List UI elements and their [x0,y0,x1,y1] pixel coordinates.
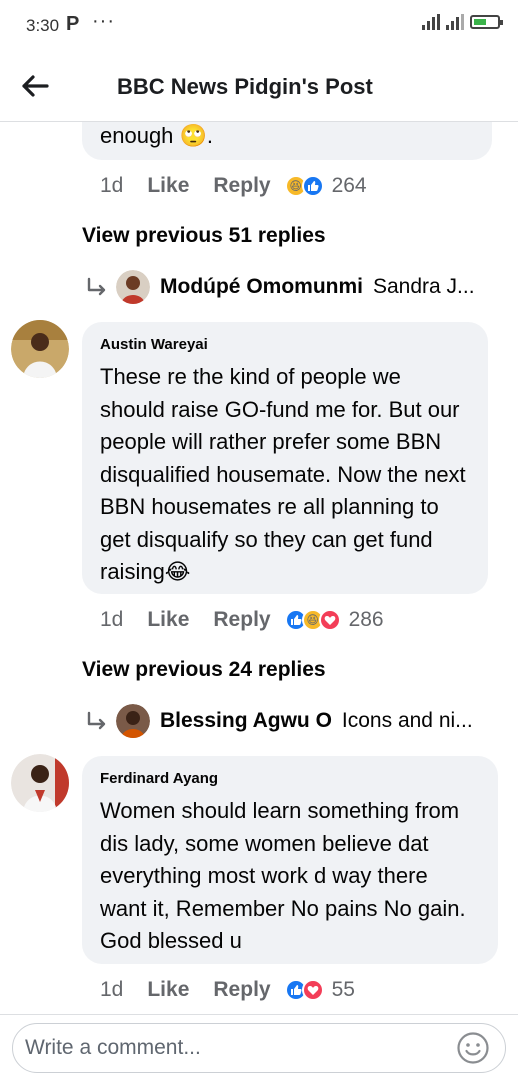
comment-bubble[interactable]: Ferdinard Ayang Women should learn somet… [82,756,498,964]
comment-composer [0,1014,518,1080]
love-reaction-icon [318,609,341,631]
emoji-icon[interactable] [456,1031,490,1065]
back-arrow-icon[interactable] [20,72,50,100]
reaction-summary[interactable]: 😆 [284,609,341,631]
comment-actions: 1d Like Reply 😆 286 [100,608,384,632]
like-button[interactable]: Like [147,174,189,198]
avatar[interactable] [116,270,150,304]
reaction-count: 264 [331,174,367,197]
comment-actions: 1d Like Reply 55 [100,978,355,1002]
reply-button[interactable]: Reply [213,174,270,198]
status-time: 3:30 [26,16,60,35]
comment-time: 1d [100,174,124,197]
reply-preview[interactable]: Modúpé Omomunmi Sandra J... [86,270,486,304]
reaction-count: 55 [331,978,355,1001]
comment-bubble[interactable]: Austin Wareyai These re the kind of peop… [82,322,488,594]
page-title: BBC News Pidgin's Post [117,74,373,99]
signal-icon-2 [446,14,464,30]
comment-actions: 1d Like Reply 😆 264 [100,174,367,198]
like-button[interactable]: Like [147,978,189,1002]
more-notifications-icon: ··· [92,10,115,32]
status-bar: 3:30 P ··· [0,0,518,52]
comment-input[interactable] [12,1023,506,1073]
reply-author[interactable]: Blessing Agwu O [160,709,332,733]
comment-author[interactable]: Austin Wareyai [100,336,470,353]
love-reaction-icon [301,979,324,1001]
view-previous-replies[interactable]: View previous 51 replies [82,224,326,248]
comment-text: enough 🙄. [100,123,214,148]
reply-button[interactable]: Reply [213,978,270,1002]
reply-arrow-icon [87,277,106,296]
comment-author[interactable]: Ferdinard Ayang [100,770,480,787]
comment-text: These re the kind of people we should ra… [100,364,466,584]
status-right [422,14,503,30]
reaction-summary[interactable]: 😆 [284,175,324,197]
reaction-count: 286 [348,608,384,631]
avatar[interactable] [11,754,69,812]
like-button[interactable]: Like [147,608,189,632]
comment-time: 1d [100,978,124,1001]
reaction-summary[interactable] [284,979,324,1001]
comment-text: Women should learn something from dis la… [100,798,466,953]
reply-snippet: Icons and ni... [341,709,473,732]
reply-preview[interactable]: Blessing Agwu O Icons and ni... [86,704,486,738]
avatar[interactable] [11,320,69,378]
p-notification-icon: P [66,13,80,35]
signal-icon [422,14,440,30]
reply-snippet: Sandra J... [373,275,475,298]
battery-icon [470,15,503,29]
view-previous-replies[interactable]: View previous 24 replies [82,658,326,682]
reply-arrow-icon [87,711,106,730]
reply-button[interactable]: Reply [213,608,270,632]
comment-bubble[interactable]: enough 🙄. [82,122,492,160]
avatar[interactable] [116,704,150,738]
comment-thread: enough 🙄. 1d Like Reply 😆 264 View previ… [0,122,518,1014]
header: BBC News Pidgin's Post [0,52,518,122]
comment-time: 1d [100,608,124,631]
reply-author[interactable]: Modúpé Omomunmi [160,275,363,299]
like-reaction-icon [301,175,324,197]
